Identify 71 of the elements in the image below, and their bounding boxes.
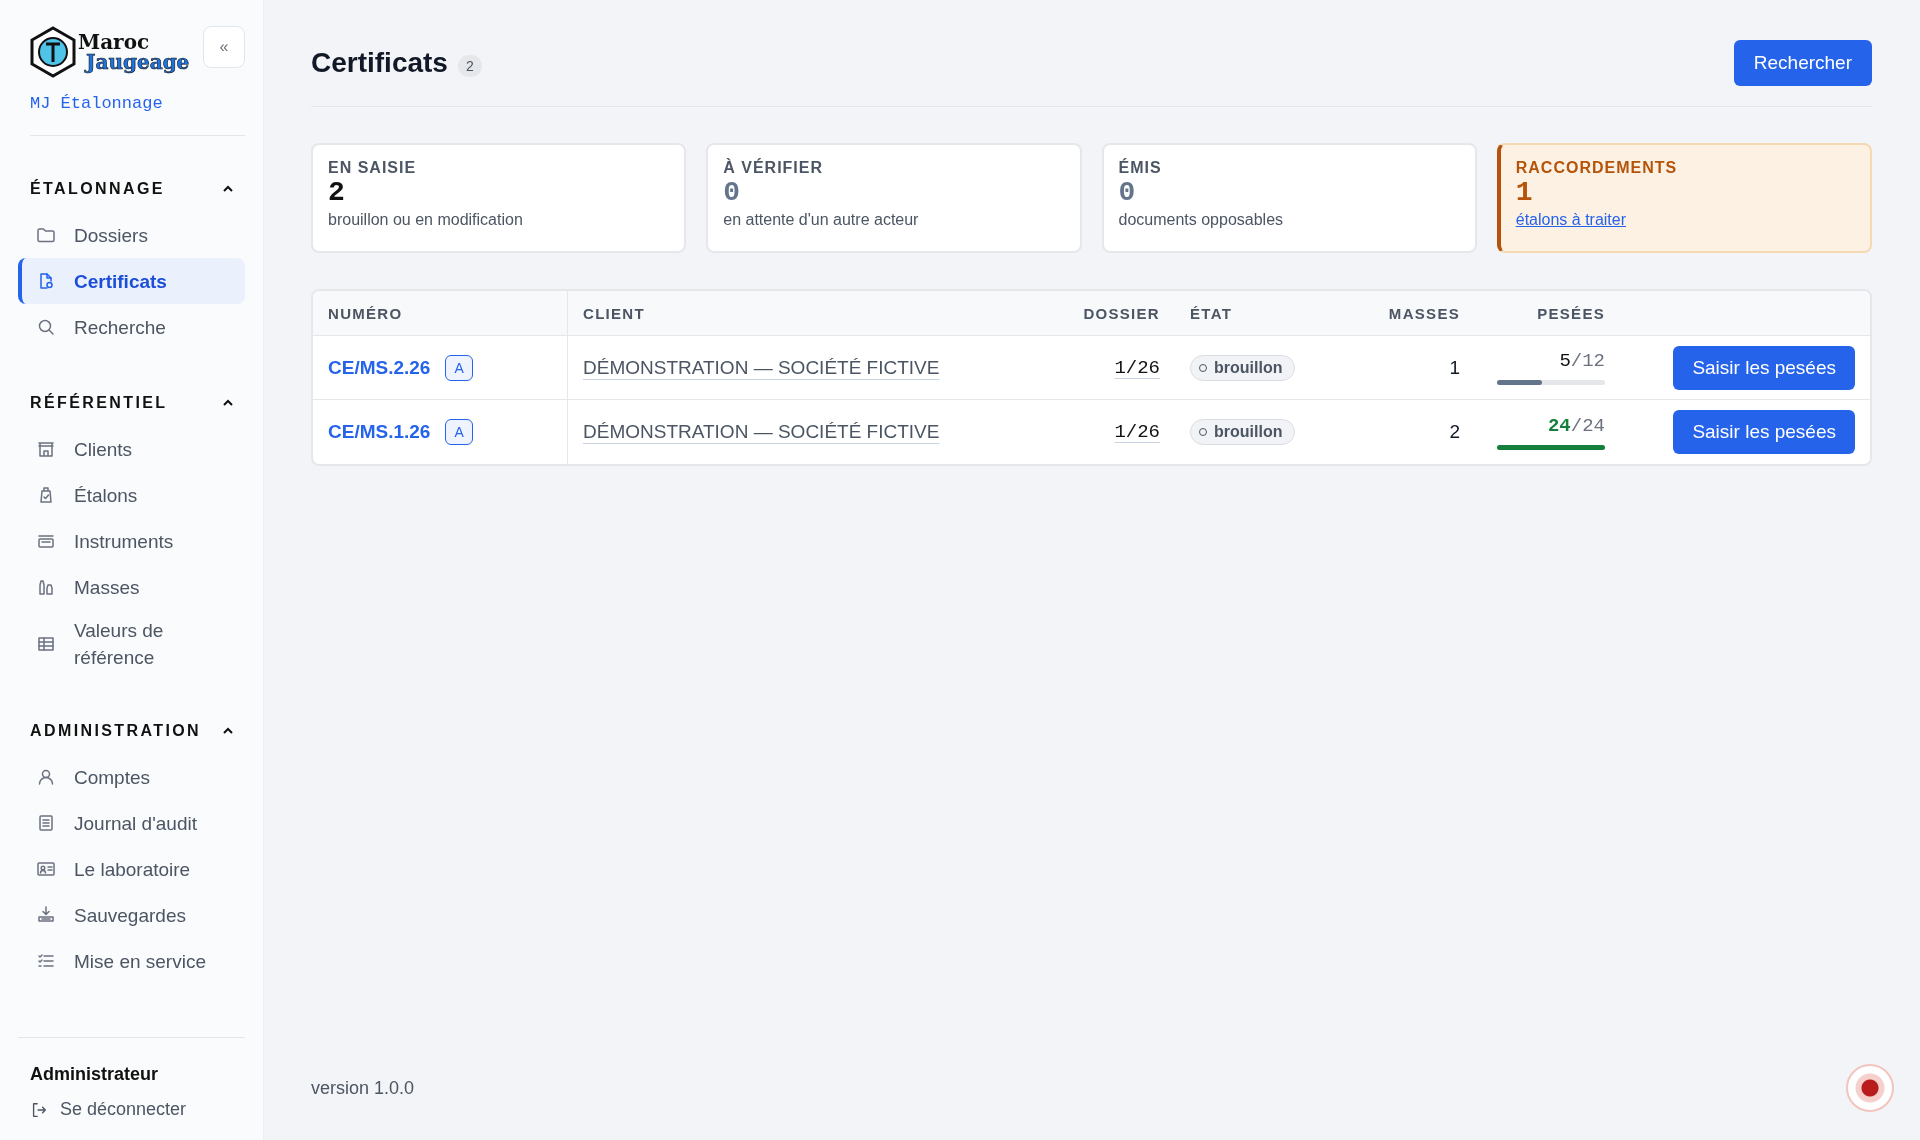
building-icon xyxy=(36,439,56,459)
table-icon xyxy=(36,634,56,654)
nav-item[interactable]: Clients xyxy=(18,426,245,472)
stat-caption: en attente d'un autre acteur xyxy=(723,211,920,229)
stat-caption: brouillon ou en modification xyxy=(328,211,524,229)
id-card-icon xyxy=(36,859,56,879)
dossier-link[interactable]: 1/26 xyxy=(1114,421,1160,443)
column-header: DOSSIER xyxy=(1045,291,1175,336)
version-badge: A xyxy=(445,419,473,445)
search-icon xyxy=(36,317,56,337)
nav-item[interactable]: Recherche xyxy=(18,304,245,350)
nav-item[interactable]: Certificats xyxy=(18,258,245,304)
client-link[interactable]: DÉMONSTRATION — SOCIÉTÉ FICTIVE xyxy=(583,421,940,443)
app-name: MJ Étalonnage xyxy=(30,94,245,136)
logo-icon xyxy=(30,26,76,78)
version-badge: A xyxy=(445,354,473,381)
record-button[interactable] xyxy=(1846,1064,1894,1112)
masses-count: 1 xyxy=(1449,356,1460,379)
nav-item[interactable]: Le laboratoire xyxy=(18,846,245,892)
count-badge: 2 xyxy=(457,55,482,77)
nav-item[interactable]: Journal d'audit xyxy=(18,800,245,846)
download-tray-icon xyxy=(36,905,56,925)
section-heading: ÉTALONNAGE xyxy=(30,180,165,198)
column-header: ÉTAT xyxy=(1175,291,1355,336)
weighing-progress-text: 24/24 xyxy=(1547,414,1605,437)
stat-caption: documents opposables xyxy=(1118,211,1285,229)
status-pill: brouillon xyxy=(1190,419,1296,445)
section-heading: ADMINISTRATION xyxy=(30,722,202,740)
column-header: NUMÉRO xyxy=(313,291,568,336)
stat-value: 0 xyxy=(1118,177,1137,209)
nav-item[interactable]: Mise en service xyxy=(18,938,245,984)
user-icon xyxy=(36,767,56,787)
client-link[interactable]: DÉMONSTRATION — SOCIÉTÉ FICTIVE xyxy=(583,356,940,379)
nav-item[interactable]: Étalons xyxy=(18,472,245,518)
nav-item[interactable]: Comptes xyxy=(18,754,245,800)
masses-icon xyxy=(36,577,56,597)
user-name: Administrateur xyxy=(30,1064,160,1085)
nav-item[interactable]: Valeurs de référence xyxy=(18,610,245,678)
masses-count: 2 xyxy=(1449,421,1460,443)
nav-item[interactable]: Sauvegardes xyxy=(18,892,245,938)
column-header: CLIENT xyxy=(568,291,1045,336)
stat-label: À VÉRIFIER xyxy=(723,159,825,177)
stat-label: ÉMIS xyxy=(1118,159,1163,177)
search-button[interactable]: Rechercher xyxy=(1733,40,1872,86)
certificate-link[interactable]: CE/MS.2.26 xyxy=(328,356,431,379)
column-header: PESÉES xyxy=(1475,291,1620,336)
version-text: version 1.0.0 xyxy=(311,1077,415,1099)
journal-icon xyxy=(36,813,56,833)
logo-wordmark: Maroc Jaugeage xyxy=(78,32,190,72)
enter-weighings-button[interactable]: Saisir les pesées xyxy=(1673,345,1855,390)
stat-value: 2 xyxy=(328,177,346,209)
status-pill: brouillon xyxy=(1190,354,1296,381)
enter-weighings-button[interactable]: Saisir les pesées xyxy=(1673,410,1855,454)
certificate-link[interactable]: CE/MS.1.26 xyxy=(328,421,431,443)
dossier-link[interactable]: 1/26 xyxy=(1114,356,1160,379)
weighing-progress-text: 5/12 xyxy=(1559,350,1605,372)
column-header: MASSES xyxy=(1355,291,1475,336)
page-title: Certificats xyxy=(311,47,448,79)
logout-icon xyxy=(30,1100,48,1119)
stat-label: RACCORDEMENTS xyxy=(1515,159,1679,177)
stat-label: EN SAISIE xyxy=(328,159,418,177)
nav-item[interactable]: Instruments xyxy=(18,518,245,564)
section-heading: RÉFÉRENTIEL xyxy=(30,394,168,412)
folder-icon xyxy=(36,225,56,245)
stat-value: 0 xyxy=(723,177,742,209)
nav-item[interactable]: Dossiers xyxy=(18,212,245,258)
collapse-sidebar-button[interactable]: « xyxy=(203,26,245,68)
stat-link[interactable]: étalons à traiter xyxy=(1515,211,1627,229)
nav-item[interactable]: Masses xyxy=(18,564,245,610)
logout-link[interactable]: Se déconnecter xyxy=(30,1099,187,1120)
stat-value: 1 xyxy=(1515,177,1534,209)
